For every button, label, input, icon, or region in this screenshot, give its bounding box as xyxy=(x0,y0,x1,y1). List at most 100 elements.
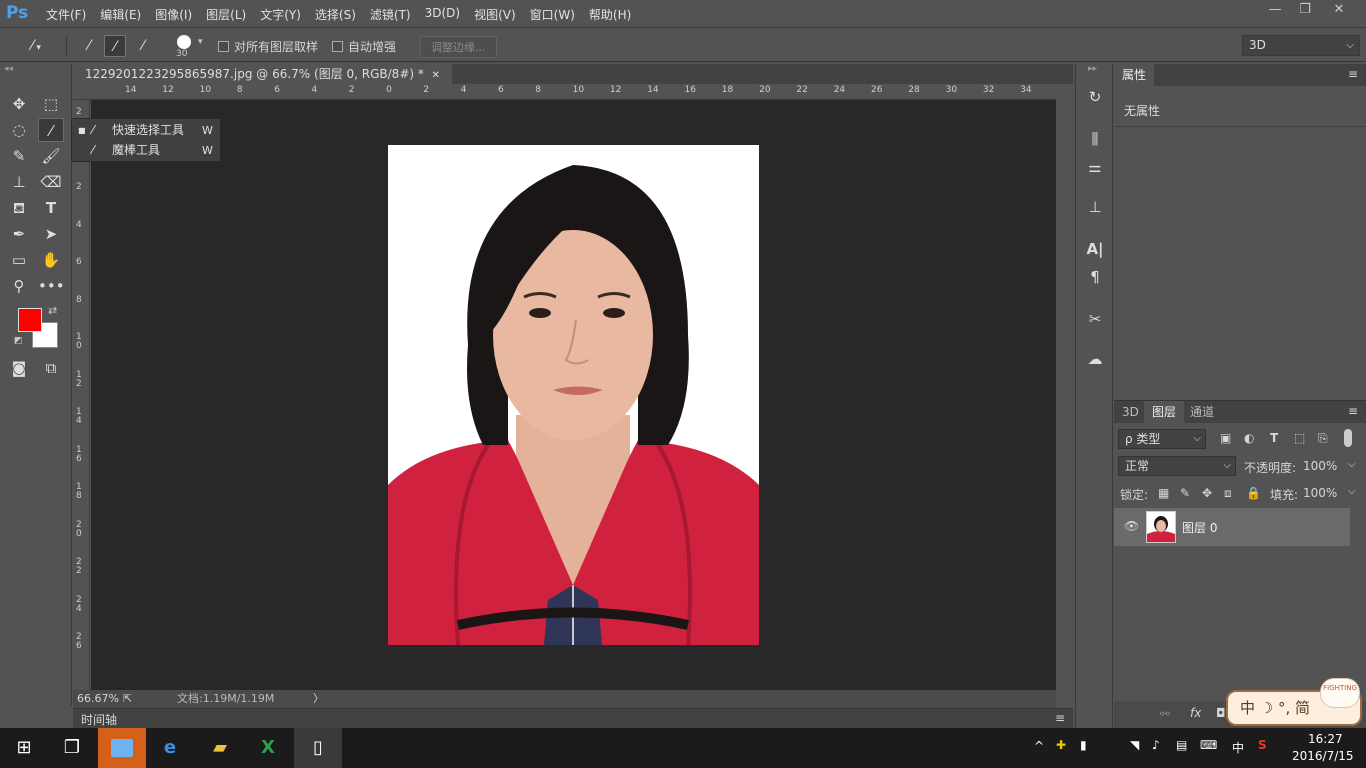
notification-icon[interactable]: ▤ xyxy=(1176,738,1187,752)
lock-pixels-icon[interactable]: ✎ xyxy=(1180,486,1190,500)
tray-app-icon[interactable]: ✚ xyxy=(1056,738,1066,752)
input-language[interactable]: 中 xyxy=(1232,739,1244,756)
sogou-ime-icon[interactable]: S xyxy=(1258,738,1267,752)
rectangle-tool-icon[interactable]: ▭ xyxy=(6,248,32,272)
task-view-icon[interactable]: ❐ xyxy=(48,728,96,768)
document-app-icon[interactable]: ▯ xyxy=(294,728,342,768)
marquee-tool-icon[interactable]: ⬚ xyxy=(38,92,64,116)
network-icon[interactable]: ◥ xyxy=(1130,738,1139,752)
foreground-color-swatch[interactable] xyxy=(18,308,42,332)
workspace-select[interactable]: 3D ⌵ xyxy=(1242,35,1360,56)
collapse-icon[interactable]: ◂◂ xyxy=(4,64,13,74)
tab-3d[interactable]: 3D xyxy=(1114,401,1147,423)
layer-name[interactable]: 图层 0 xyxy=(1182,519,1217,536)
ime-status-widget[interactable]: 中 ☽ °, 简 FIGHTING xyxy=(1226,678,1362,726)
screen-mode-icon[interactable]: ⧉ xyxy=(38,356,64,380)
filter-smart-object-icon[interactable]: ⎘ xyxy=(1318,431,1328,446)
path-selection-tool-icon[interactable]: ➤ xyxy=(38,222,64,246)
lock-artboard-icon[interactable]: ⧈ xyxy=(1224,486,1232,501)
character-icon[interactable]: A| xyxy=(1084,238,1106,260)
visibility-eye-icon[interactable]: 👁 xyxy=(1124,519,1139,533)
lock-all-icon[interactable]: 🔒 xyxy=(1246,486,1261,500)
excel-icon[interactable]: X xyxy=(244,728,292,768)
tools-icon[interactable]: ✂ xyxy=(1084,308,1106,330)
zoom-tool-icon[interactable]: ⚲ xyxy=(6,274,32,298)
fill-value[interactable]: 100% xyxy=(1303,486,1337,500)
add-to-selection-icon[interactable]: ⁄ xyxy=(104,35,126,57)
filter-adjustment-icon[interactable]: ◐ xyxy=(1244,431,1254,445)
filter-toggle-icon[interactable] xyxy=(1344,429,1352,447)
flyout-item-quick-selection[interactable]: ■ ⁄ 快速选择工具 W xyxy=(72,121,222,140)
quick-selection-tool-icon[interactable]: ⁄ xyxy=(38,118,64,142)
tab-properties[interactable]: 属性 xyxy=(1114,64,1155,86)
auto-enhance-checkbox[interactable]: 自动增强 xyxy=(332,38,396,55)
subtract-selection-icon[interactable]: ⁄ xyxy=(132,35,154,57)
keyboard-icon[interactable]: ⌨ xyxy=(1200,738,1217,752)
blend-mode-select[interactable]: 正常 ⌵ xyxy=(1118,456,1236,476)
close-button[interactable]: ✕ xyxy=(1322,0,1356,22)
menu-layer[interactable]: 图层(L) xyxy=(206,6,246,23)
add-mask-icon[interactable]: ◘ xyxy=(1216,706,1226,720)
swap-colors-icon[interactable]: ⇄ xyxy=(48,304,57,317)
edge-browser-icon[interactable]: e xyxy=(146,728,194,768)
menu-type[interactable]: 文字(Y) xyxy=(260,6,301,23)
menu-view[interactable]: 视图(V) xyxy=(474,6,516,23)
libraries-icon[interactable]: ☁ xyxy=(1084,348,1106,370)
clone-source-icon[interactable]: ⊥ xyxy=(1084,196,1106,218)
filter-shape-icon[interactable]: ⬚ xyxy=(1294,431,1305,445)
link-layers-icon[interactable]: ⚯ xyxy=(1160,707,1170,721)
menu-image[interactable]: 图像(I) xyxy=(155,6,192,23)
taskbar-app-active-icon[interactable] xyxy=(98,728,146,768)
refine-edge-button[interactable]: 调整边缘... xyxy=(420,36,497,58)
hand-tool-icon[interactable]: ✋ xyxy=(38,248,64,272)
close-document-icon[interactable]: ✕ xyxy=(432,70,440,81)
new-selection-icon[interactable]: ⁄ xyxy=(78,35,100,57)
chevron-down-icon[interactable]: ⌵ xyxy=(1348,459,1356,470)
tool-preset-picker[interactable]: ⁄ ▾ xyxy=(18,35,54,57)
menu-window[interactable]: 窗口(W) xyxy=(530,6,575,23)
panel-menu-icon[interactable]: ≡ xyxy=(1055,711,1065,725)
brush-tool-icon[interactable]: 🖌 xyxy=(38,144,64,168)
lasso-tool-icon[interactable]: ◌ xyxy=(6,118,32,142)
stamp-tool-icon[interactable]: ⊥ xyxy=(6,170,32,194)
tab-layers[interactable]: 图层 xyxy=(1144,401,1185,423)
canvas-area[interactable] xyxy=(91,100,1056,690)
opacity-value[interactable]: 100% xyxy=(1303,459,1337,473)
quick-mask-icon[interactable]: ◙ xyxy=(6,356,32,380)
history-icon[interactable]: ↻ xyxy=(1084,86,1106,108)
volume-icon[interactable]: ♪ xyxy=(1152,738,1160,752)
clock-date[interactable]: 2016/7/15 xyxy=(1292,749,1354,763)
document-tab[interactable]: 1229201223295865987.jpg @ 66.7% (图层 0, R… xyxy=(73,64,452,84)
lock-position-icon[interactable]: ✥ xyxy=(1202,486,1212,500)
brush-picker[interactable]: 30 ▾ xyxy=(172,33,203,59)
layer-row[interactable]: 👁 图层 0 xyxy=(1114,508,1350,546)
default-colors-icon[interactable]: ◩ xyxy=(14,336,23,346)
tab-channels[interactable]: 通道 xyxy=(1182,401,1222,423)
zoom-level[interactable]: 66.67% xyxy=(77,690,119,708)
windows-start-icon[interactable]: ⊞ xyxy=(0,728,48,768)
show-hidden-icons-icon[interactable]: ^ xyxy=(1034,739,1044,753)
panel-menu-icon[interactable]: ≡ xyxy=(1348,404,1358,418)
lock-transparent-icon[interactable]: ▦ xyxy=(1158,486,1169,500)
more-tools-icon[interactable]: ••• xyxy=(38,274,65,298)
eraser-tool-icon[interactable]: ⌫ xyxy=(38,170,64,194)
eyedropper-tool-icon[interactable]: ✎ xyxy=(6,144,32,168)
pen-tool-icon[interactable]: ✒ xyxy=(6,222,32,246)
clock-time[interactable]: 16:27 xyxy=(1308,732,1343,746)
panel-menu-icon[interactable]: ≡ xyxy=(1348,67,1358,81)
timeline-tab[interactable]: 时间轴 xyxy=(81,711,117,728)
sample-all-layers-checkbox[interactable]: 对所有图层取样 xyxy=(218,38,318,55)
menu-select[interactable]: 选择(S) xyxy=(315,6,356,23)
export-icon[interactable]: ⇱ xyxy=(123,690,132,708)
menu-help[interactable]: 帮助(H) xyxy=(589,6,631,23)
restore-button[interactable]: ❐ xyxy=(1288,0,1322,22)
menu-filter[interactable]: 滤镜(T) xyxy=(370,6,411,23)
minimize-button[interactable]: — xyxy=(1258,0,1292,22)
battery-icon[interactable]: ▮ xyxy=(1080,738,1087,752)
filter-pixel-icon[interactable]: ▣ xyxy=(1220,431,1231,445)
flyout-item-magic-wand[interactable]: ⁄ 魔棒工具 W xyxy=(72,141,222,160)
status-menu-arrow[interactable]: 〉 xyxy=(313,690,324,708)
move-tool-icon[interactable]: ✥ xyxy=(6,92,32,116)
brushes-icon[interactable]: ⫼ xyxy=(1084,128,1106,150)
menu-edit[interactable]: 编辑(E) xyxy=(100,6,141,23)
